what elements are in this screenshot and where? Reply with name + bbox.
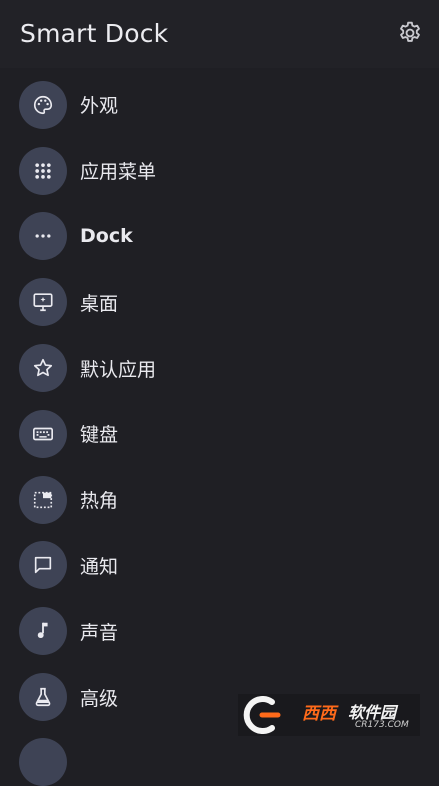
flask-icon bbox=[35, 687, 51, 707]
menu-item-label: 热角 bbox=[80, 490, 119, 513]
menu-item-label: 桌面 bbox=[80, 292, 119, 315]
menu-item-partial[interactable] bbox=[19, 738, 67, 786]
menu-item-app-menu[interactable]: 应用菜单 bbox=[0, 138, 439, 204]
watermark-url: CR173.COM bbox=[355, 720, 409, 730]
music-note-icon bbox=[37, 623, 48, 639]
app-title: Smart Dock bbox=[20, 19, 169, 48]
menu-item-label: 应用菜单 bbox=[80, 161, 157, 184]
menu-item-keyboard[interactable]: 键盘 bbox=[0, 401, 439, 467]
desktop-icon bbox=[33, 293, 53, 312]
menu-item-notifications[interactable]: 通知 bbox=[0, 533, 439, 599]
hot-corner-icon bbox=[33, 491, 53, 508]
gear-icon bbox=[400, 21, 420, 42]
menu-item-label: 默认应用 bbox=[80, 358, 157, 381]
grid-dots-icon bbox=[35, 163, 51, 179]
star-icon bbox=[33, 359, 53, 377]
more-horizontal-icon bbox=[35, 234, 51, 239]
menu-item-default-apps[interactable]: 默认应用 bbox=[0, 335, 439, 401]
settings-list: 外观 应用菜单 Dock 桌面 默认应用 键盘 热角 通知 声音 高级 bbox=[0, 72, 439, 730]
app-bar: Smart Dock bbox=[0, 0, 439, 68]
menu-item-label: 外观 bbox=[80, 95, 119, 118]
menu-item-sound[interactable]: 声音 bbox=[0, 598, 439, 664]
palette-icon bbox=[34, 95, 53, 114]
menu-item-appearance[interactable]: 外观 bbox=[0, 72, 439, 138]
menu-item-hot-corners[interactable]: 热角 bbox=[0, 467, 439, 533]
keyboard-icon bbox=[33, 427, 53, 441]
menu-item-label: Dock bbox=[80, 225, 133, 248]
watermark-logo-icon bbox=[243, 696, 281, 734]
menu-item-desktop[interactable]: 桌面 bbox=[0, 269, 439, 335]
menu-item-dock[interactable]: Dock bbox=[0, 204, 439, 270]
watermark: 西西 软件园 CR173.COM bbox=[238, 694, 420, 736]
notification-icon bbox=[34, 557, 52, 574]
menu-item-label: 声音 bbox=[80, 621, 119, 644]
menu-item-label: 通知 bbox=[80, 555, 119, 578]
menu-item-label: 键盘 bbox=[80, 424, 119, 447]
menu-item-label: 高级 bbox=[80, 687, 119, 710]
settings-button[interactable] bbox=[397, 20, 423, 46]
watermark-brand: 西西 bbox=[302, 704, 336, 724]
